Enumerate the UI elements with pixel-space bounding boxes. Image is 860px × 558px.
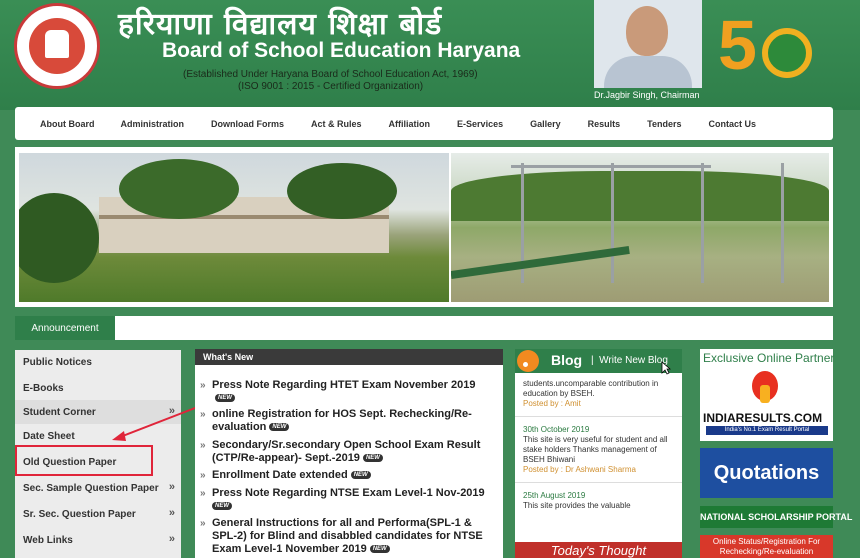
rss-icon (517, 350, 539, 372)
established-note: (Established Under Haryana Board of Scho… (183, 69, 478, 80)
scholarship-portal-banner[interactable]: NATIONAL SCHOLARSHIP PORTAL (700, 506, 852, 528)
slide-park-photo (451, 153, 829, 302)
nav-affiliation[interactable]: Affiliation (389, 119, 431, 129)
todays-thought-banner[interactable]: Today's Thought (515, 542, 682, 558)
blog-title: Blog (551, 352, 583, 368)
image-slider[interactable] (15, 147, 833, 307)
indiaresults-logo-icon (752, 371, 778, 403)
chevron-right-icon: » (168, 507, 175, 519)
blog-header: Blog | Write New Blog (515, 349, 682, 375)
nav-tenders[interactable]: Tenders (647, 119, 681, 129)
list-item[interactable]: Secondary/Sr.secondary Open School Exam … (195, 439, 495, 465)
menu-e-books[interactable]: E-Books (15, 376, 181, 400)
menu-web-links[interactable]: Web Links» (15, 528, 181, 552)
announcement-tab[interactable]: Announcement (15, 316, 115, 340)
site-header: हरियाणा विद्यालय शिक्षा बोर्ड Board of S… (0, 0, 860, 110)
main-nav: About Board Administration Download Form… (15, 107, 833, 140)
nav-about-board[interactable]: About Board (40, 119, 95, 129)
chairman-caption: Dr.Jagbir Singh, Chairman (594, 90, 700, 100)
list-item[interactable]: General Instructions for all and Perform… (195, 517, 495, 556)
menu-sr-sec-question-paper[interactable]: Sr. Sec. Question Paper» (15, 502, 181, 526)
blog-entries: students.uncomparable contribution in ed… (515, 379, 682, 511)
highlight-box (15, 445, 153, 476)
blog-entry[interactable]: 25th August 2019 This site provides the … (523, 491, 679, 511)
iso-certification: (ISO 9001 : 2015 - Certified Organizatio… (238, 81, 424, 92)
chevron-right-icon: » (168, 481, 175, 493)
new-badge-icon: NEW (362, 454, 383, 463)
whats-new-heading: What's New (195, 349, 503, 365)
nav-contact-us[interactable]: Contact Us (708, 119, 756, 129)
site-title-hindi: हरियाणा विद्यालय शिक्षा बोर्ड (118, 7, 443, 42)
new-badge-icon: NEW (212, 502, 232, 511)
golden-jubilee-logo-icon: 5 (718, 8, 824, 88)
chevron-right-icon: » (168, 533, 175, 545)
new-badge-icon: NEW (369, 545, 390, 554)
partner-tagline: India's No.1 Exam Result Portal (706, 426, 828, 435)
menu-sec-sample-question-paper[interactable]: Sec. Sample Question Paper» (15, 476, 181, 500)
list-item[interactable]: Press Note Regarding NTSE Exam Level-1 N… (195, 487, 495, 513)
nav-results[interactable]: Results (588, 119, 621, 129)
write-new-blog-link[interactable]: | Write New Blog (591, 355, 668, 366)
blog-entry[interactable]: students.uncomparable contribution in ed… (523, 379, 679, 409)
list-item[interactable]: Enrollment Date extendedNEW (195, 469, 495, 482)
nav-gallery[interactable]: Gallery (530, 119, 561, 129)
blog-entry[interactable]: 30th October 2019 This site is very usef… (523, 425, 679, 475)
new-badge-icon: NEW (350, 471, 371, 480)
slide-building-photo (19, 153, 449, 302)
nav-download-forms[interactable]: Download Forms (211, 119, 284, 129)
nav-act-rules[interactable]: Act & Rules (311, 119, 362, 129)
new-badge-icon: NEW (215, 394, 235, 403)
list-item[interactable]: Press Note Regarding HTET Exam November … (195, 379, 495, 405)
announcement-bar: Announcement (15, 316, 833, 340)
chevron-right-icon: » (168, 405, 175, 417)
mouse-cursor-icon (661, 361, 671, 375)
menu-student-corner[interactable]: Student Corner» (15, 400, 181, 424)
list-item[interactable]: online Registration for HOS Sept. Rechec… (195, 408, 495, 434)
nav-administration[interactable]: Administration (121, 119, 185, 129)
new-badge-icon: NEW (269, 423, 290, 432)
chairman-photo (594, 0, 702, 88)
partner-name: INDIARESULTS.COM (703, 411, 823, 425)
menu-public-notices[interactable]: Public Notices (15, 350, 181, 374)
nav-e-services[interactable]: E-Services (457, 119, 503, 129)
online-status-banner[interactable]: Online Status/Registration For Recheckin… (700, 535, 833, 558)
site-title-english: Board of School Education Haryana (162, 39, 521, 62)
online-partner-box[interactable]: Exclusive Online Partner INDIARESULTS.CO… (700, 349, 835, 441)
bseh-logo-icon[interactable] (14, 3, 100, 89)
partner-title: Exclusive Online Partner (703, 351, 835, 365)
whats-new-list: Press Note Regarding HTET Exam November … (195, 365, 495, 556)
quotations-banner[interactable]: Quotations (700, 448, 833, 498)
blog-panel: Blog | Write New Blog students.uncompara… (515, 349, 682, 558)
whats-new-panel: What's New Press Note Regarding HTET Exa… (195, 349, 503, 558)
